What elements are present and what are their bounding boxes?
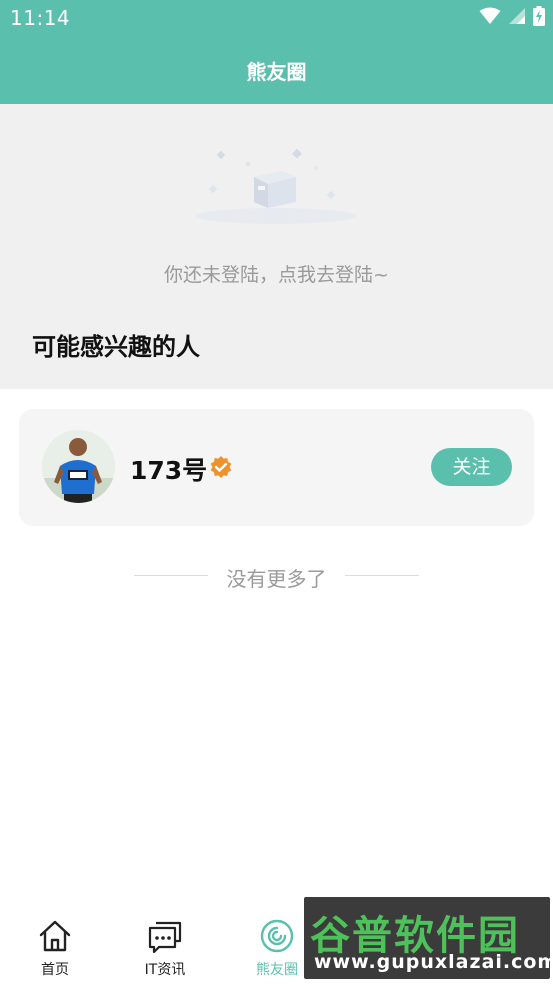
page-title: 熊友圈 xyxy=(246,60,307,84)
battery-charging-icon xyxy=(533,6,545,26)
section-title: 可能感兴趣的人 xyxy=(32,333,200,361)
tab-it-news[interactable]: IT资讯 xyxy=(125,917,205,979)
tab-label: IT资讯 xyxy=(144,962,186,978)
follow-button[interactable]: 关注 xyxy=(431,448,512,486)
list-end-indicator: 没有更多了 xyxy=(0,561,553,591)
tab-home[interactable]: 首页 xyxy=(15,917,95,979)
app-bar: 11:14 熊友圈 xyxy=(0,0,553,104)
user-name[interactable]: 173号 xyxy=(130,451,207,487)
wifi-icon xyxy=(479,7,501,24)
tab-label: 首页 xyxy=(41,962,69,978)
login-prompt-area[interactable]: 你还未登陆，点我去登陆~ 可能感兴趣的人 xyxy=(0,104,553,389)
chat-bubbles-icon xyxy=(148,921,182,954)
avatar[interactable] xyxy=(42,430,115,503)
user-card[interactable]: 173号 关注 xyxy=(19,409,534,526)
site-watermark: 谷普软件园 www.gupuxlazai.com xyxy=(304,897,550,979)
home-icon xyxy=(39,920,71,952)
verified-badge-icon xyxy=(210,456,232,478)
watermark-url: www.gupuxlazai.com xyxy=(314,951,550,973)
status-icons xyxy=(479,6,545,26)
status-time: 11:14 xyxy=(10,6,71,30)
divider-line xyxy=(345,575,419,576)
circle-feed-icon xyxy=(260,919,294,953)
signal-icon xyxy=(509,8,525,24)
empty-box-illustration xyxy=(196,148,356,224)
runner-avatar-image xyxy=(42,430,115,503)
status-bar: 11:14 xyxy=(0,0,553,38)
no-more-text: 没有更多了 xyxy=(226,567,327,591)
login-prompt-text[interactable]: 你还未登陆，点我去登陆~ xyxy=(0,260,553,287)
